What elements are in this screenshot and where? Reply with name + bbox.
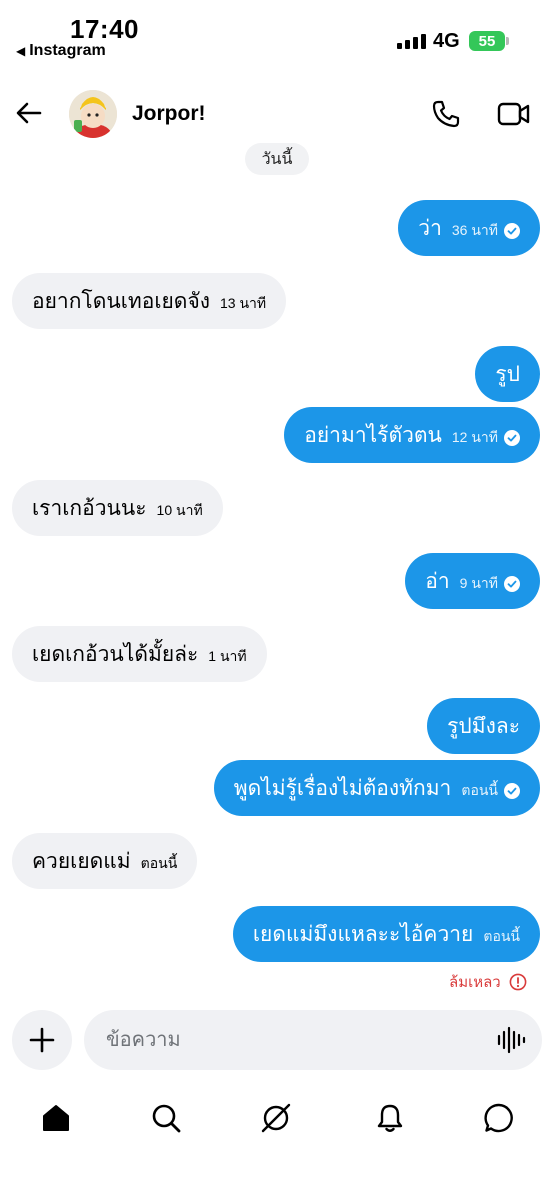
battery-tip xyxy=(506,37,509,45)
message-bubble-outgoing[interactable]: อย่ามาไร้ตัวตน 12 นาที xyxy=(284,407,540,463)
nav-notifications[interactable] xyxy=(372,1100,408,1136)
avatar[interactable] xyxy=(69,90,117,138)
message-composer xyxy=(84,1010,542,1070)
video-camera-icon[interactable] xyxy=(497,100,531,128)
nav-search[interactable] xyxy=(148,1100,184,1136)
explore-icon xyxy=(261,1103,291,1133)
search-icon xyxy=(152,1104,181,1133)
message-text: อยากโดนเทอเยดจัง xyxy=(32,289,211,313)
send-failed-status[interactable]: ล้มเหลว xyxy=(449,970,527,994)
avatar-image xyxy=(69,90,117,138)
seen-check-icon xyxy=(504,222,520,239)
back-app-label: Instagram xyxy=(29,42,106,59)
message-time: ตอนนี้ xyxy=(461,782,498,798)
signal-icon xyxy=(397,33,426,49)
battery-level: 55 xyxy=(478,32,496,50)
message-text: รูปมึงละ xyxy=(447,714,520,738)
message-input[interactable] xyxy=(106,1024,486,1056)
contact-name[interactable]: Jorpor! xyxy=(132,102,206,126)
message-bubble-outgoing[interactable]: พูดไม่รู้เรื่องไม่ต้องทักมา ตอนนี้ xyxy=(213,760,540,816)
message-time: 1 นาที xyxy=(208,648,247,664)
arrow-left-icon[interactable] xyxy=(14,98,44,128)
seen-check-icon xyxy=(504,575,520,592)
message-bubble-outgoing[interactable]: อ่า 9 นาที xyxy=(405,553,540,609)
add-attachment-button[interactable] xyxy=(12,1010,72,1070)
failed-label: ล้มเหลว xyxy=(449,974,501,991)
phone-icon[interactable] xyxy=(430,98,462,130)
message-time: ตอนนี้ xyxy=(140,855,178,871)
status-bar: 17:40 ◀ Instagram 4G 55 xyxy=(0,0,554,70)
message-text: ว่า xyxy=(418,216,442,240)
message-text: พูดไม่รู้เรื่องไม่ต้องทักมา xyxy=(233,776,452,800)
message-bubble-incoming[interactable]: เราเกอ้วนนะ 10 นาที xyxy=(12,480,223,536)
message-bubble-outgoing[interactable]: รูป xyxy=(475,346,540,402)
waveform-icon[interactable] xyxy=(496,1026,526,1054)
info-icon xyxy=(509,973,527,991)
message-text: อย่ามาไร้ตัวตน xyxy=(304,423,442,447)
seen-check-icon xyxy=(504,429,520,446)
battery-icon: 55 xyxy=(469,31,505,51)
message-time: ตอนนี้ xyxy=(483,928,520,944)
message-bubble-outgoing-failed[interactable]: เยดแม่มึงแหละะไอ้ควาย ตอนนี้ xyxy=(232,906,540,962)
message-text: เราเกอ้วนนะ xyxy=(32,496,147,520)
message-bubble-incoming[interactable]: ควยเยดแม่ ตอนนี้ xyxy=(12,833,198,889)
message-bubble-outgoing[interactable]: รูปมึงละ xyxy=(427,698,540,754)
nav-messages[interactable] xyxy=(481,1100,517,1136)
message-bubble-incoming[interactable]: อยากโดนเทอเยดจัง 13 นาที xyxy=(12,273,287,329)
network-type: 4G xyxy=(433,30,460,52)
message-text: อ่า xyxy=(425,569,450,593)
home-icon xyxy=(43,1105,69,1131)
message-text: ควยเยดแม่ xyxy=(32,849,131,873)
nav-explore[interactable] xyxy=(258,1100,294,1136)
message-time: 9 นาที xyxy=(459,575,498,591)
message-text: เยดเกอ้วนได้มั้ยล่ะ xyxy=(32,642,199,666)
back-triangle-icon: ◀ xyxy=(16,44,26,58)
bell-icon xyxy=(377,1104,403,1132)
bottom-navigation xyxy=(0,1090,554,1150)
nav-home[interactable] xyxy=(38,1100,74,1136)
message-bubble-incoming[interactable]: เยดเกอ้วนได้มั้ยล่ะ 1 นาที xyxy=(12,626,267,682)
chat-header: Jorpor! xyxy=(0,80,554,150)
plus-icon xyxy=(29,1027,55,1053)
message-text: เยดแม่มึงแหละะไอ้ควาย xyxy=(252,922,474,946)
back-to-app-link[interactable]: ◀ Instagram xyxy=(16,42,106,60)
message-time: 10 นาที xyxy=(156,502,203,518)
message-text: รูป xyxy=(495,362,520,386)
chat-icon xyxy=(484,1103,513,1133)
day-separator: วันนี้ xyxy=(245,143,309,175)
message-bubble-outgoing[interactable]: ว่า 36 นาที xyxy=(398,200,540,256)
message-time: 13 นาที xyxy=(220,295,267,311)
clock: 17:40 xyxy=(70,14,139,44)
seen-check-icon xyxy=(504,782,520,799)
message-time: 12 นาที xyxy=(451,429,498,445)
message-time: 36 นาที xyxy=(451,222,498,238)
